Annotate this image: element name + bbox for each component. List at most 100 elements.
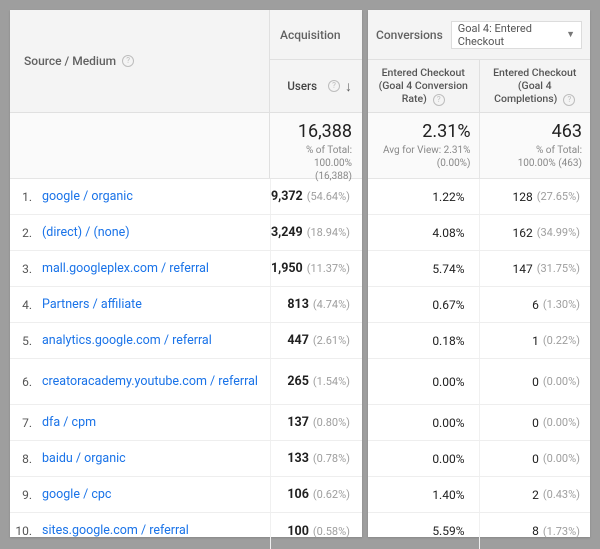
completions-cell: 0(0.00%): [480, 405, 591, 440]
table-row: 0.18%1(0.22%): [368, 323, 590, 359]
table-row: 4.08%162(34.99%): [368, 215, 590, 251]
users-cell: 447(2.61%): [270, 323, 362, 358]
completions-cell: 1(0.22%): [480, 323, 591, 358]
completions-cell: 6(1.30%): [480, 287, 591, 322]
row-index: 6.: [10, 375, 38, 389]
header-left: Source / Medium ? Acquisition Users ? ↓: [10, 10, 362, 113]
panel-acquisition: Source / Medium ? Acquisition Users ? ↓: [10, 10, 362, 537]
conversion-rate-cell: 1.22%: [368, 179, 480, 214]
users-cell: 3,249(18.94%): [270, 215, 362, 250]
table-row: 1.22%128(27.65%): [368, 179, 590, 215]
summary-rate: 2.31% Avg for View: 2.31%(0.00%): [368, 113, 480, 178]
table-row: 0.67%6(1.30%): [368, 287, 590, 323]
completions-cell: 147(31.75%): [480, 251, 591, 286]
row-index: 8.: [10, 452, 38, 466]
conversion-rate-cell: 0.00%: [368, 441, 480, 476]
goal-select-dropdown[interactable]: Goal 4: Entered Checkout ▼: [451, 21, 582, 49]
conversion-rate-cell: 1.40%: [368, 477, 480, 512]
completions-cell: 128(27.65%): [480, 179, 591, 214]
data-rows-right: 1.22%128(27.65%)4.08%162(34.99%)5.74%147…: [368, 179, 590, 549]
table-row: 5.59%8(1.73%): [368, 513, 590, 549]
source-medium-link[interactable]: baidu / organic: [42, 451, 126, 466]
conversion-rate-cell: 4.08%: [368, 215, 480, 250]
source-medium-link[interactable]: google / organic: [42, 189, 133, 204]
table-row: 4. Partners / affiliate 813(4.74%): [10, 287, 362, 323]
source-medium-link[interactable]: sites.google.com / referral: [42, 523, 189, 538]
source-medium-cell: google / cpc: [38, 483, 270, 507]
source-medium-cell: analytics.google.com / referral: [38, 329, 270, 353]
users-cell: 9,372(54.64%): [270, 179, 362, 214]
help-icon[interactable]: ?: [328, 80, 340, 92]
row-index: 9.: [10, 488, 38, 502]
users-cell: 813(4.74%): [270, 287, 362, 322]
source-medium-cell: baidu / organic: [38, 447, 270, 471]
panel-conversions: Conversions Goal 4: Entered Checkout ▼ E…: [368, 10, 590, 537]
dimension-label: Source / Medium: [24, 54, 116, 68]
table-row: 1. google / organic 9,372(54.64%): [10, 179, 362, 215]
source-medium-cell: dfa / cpm: [38, 411, 270, 435]
table-row: 7. dfa / cpm 137(0.80%): [10, 405, 362, 441]
source-medium-cell: (direct) / (none): [38, 221, 270, 245]
table-row: 8.baidu / organic133(0.78%): [10, 441, 362, 477]
report-table: Source / Medium ? Acquisition Users ? ↓: [10, 10, 590, 537]
table-row: 5. analytics.google.com / referral 447(2.6…: [10, 323, 362, 359]
table-row: 6.creatoracademy.youtube.com / referral2…: [10, 359, 362, 405]
source-medium-cell: mall.googleplex.com / referral: [38, 257, 270, 281]
conversions-label: Conversions: [376, 28, 443, 42]
acquisition-group-header: Acquisition: [270, 10, 362, 59]
row-index: 1.: [10, 190, 38, 204]
table-row: 0.00%0(0.00%): [368, 405, 590, 441]
completions-header[interactable]: Entered Checkout (Goal 4 Completions)?: [480, 60, 591, 112]
row-index: 7.: [10, 416, 38, 430]
table-row: 2. (direct) / (none) 3,249(18.94%): [10, 215, 362, 251]
row-index: 4.: [10, 298, 38, 312]
help-icon[interactable]: ?: [122, 55, 134, 67]
row-index: 5.: [10, 334, 38, 348]
source-medium-link[interactable]: dfa / cpm: [42, 415, 96, 430]
completions-cell: 8(1.73%): [480, 513, 591, 549]
source-medium-cell: creatoracademy.youtube.com / referral: [38, 370, 270, 394]
help-icon[interactable]: ?: [433, 94, 445, 106]
users-column-header[interactable]: Users ? ↓: [270, 60, 362, 112]
table-row: 1.40%2(0.43%): [368, 477, 590, 513]
source-medium-cell: google / organic: [38, 185, 270, 209]
header-right: Conversions Goal 4: Entered Checkout ▼ E…: [368, 10, 590, 113]
users-cell: 137(0.80%): [270, 405, 362, 440]
summary-row-right: 2.31% Avg for View: 2.31%(0.00%) 463 % o…: [368, 113, 590, 179]
conversion-rate-header[interactable]: Entered Checkout (Goal 4 Conversion Rate…: [368, 60, 480, 112]
source-medium-link[interactable]: creatoracademy.youtube.com / referral: [42, 374, 258, 389]
summary-completions: 463 % of Total:100.00% (463): [480, 113, 591, 178]
completions-cell: 0(0.00%): [480, 359, 591, 404]
summary-row-left: 16,388 % of Total:100.00%(16,388): [10, 113, 362, 179]
table-row: 9. google / cpc 106(0.62%): [10, 477, 362, 513]
table-row: 0.00%0(0.00%): [368, 441, 590, 477]
source-medium-link[interactable]: analytics.google.com / referral: [42, 333, 212, 348]
summary-users: 16,388 % of Total:100.00%(16,388): [270, 113, 362, 178]
source-medium-link[interactable]: google / cpc: [42, 487, 111, 502]
table-row: 5.74%147(31.75%): [368, 251, 590, 287]
source-medium-link[interactable]: mall.googleplex.com / referral: [42, 261, 209, 276]
source-medium-cell: sites.google.com / referral: [38, 519, 270, 543]
users-cell: 106(0.62%): [270, 477, 362, 512]
conversion-rate-cell: 5.74%: [368, 251, 480, 286]
row-index: 10.: [10, 524, 38, 538]
help-icon[interactable]: ?: [563, 94, 575, 106]
source-medium-link[interactable]: Partners / affiliate: [42, 297, 142, 312]
source-medium-cell: Partners / affiliate: [38, 293, 270, 317]
conversion-rate-cell: 0.18%: [368, 323, 480, 358]
completions-cell: 0(0.00%): [480, 441, 591, 476]
table-row: 10.sites.google.com / referral100(0.58%): [10, 513, 362, 549]
conversion-rate-cell: 0.00%: [368, 359, 480, 404]
table-row: 0.00%0(0.00%): [368, 359, 590, 405]
table-row: 3. mall.googleplex.com / referral 1,950(11…: [10, 251, 362, 287]
users-cell: 1,950(11.37%): [270, 251, 362, 286]
completions-cell: 162(34.99%): [480, 215, 591, 250]
source-medium-link[interactable]: (direct) / (none): [42, 225, 130, 240]
row-index: 3.: [10, 262, 38, 276]
conversion-rate-cell: 0.67%: [368, 287, 480, 322]
dimension-header[interactable]: Source / Medium ?: [10, 10, 270, 112]
row-index: 2.: [10, 226, 38, 240]
conversion-rate-cell: 5.59%: [368, 513, 480, 549]
conversion-rate-cell: 0.00%: [368, 405, 480, 440]
chevron-down-icon: ▼: [566, 29, 575, 40]
